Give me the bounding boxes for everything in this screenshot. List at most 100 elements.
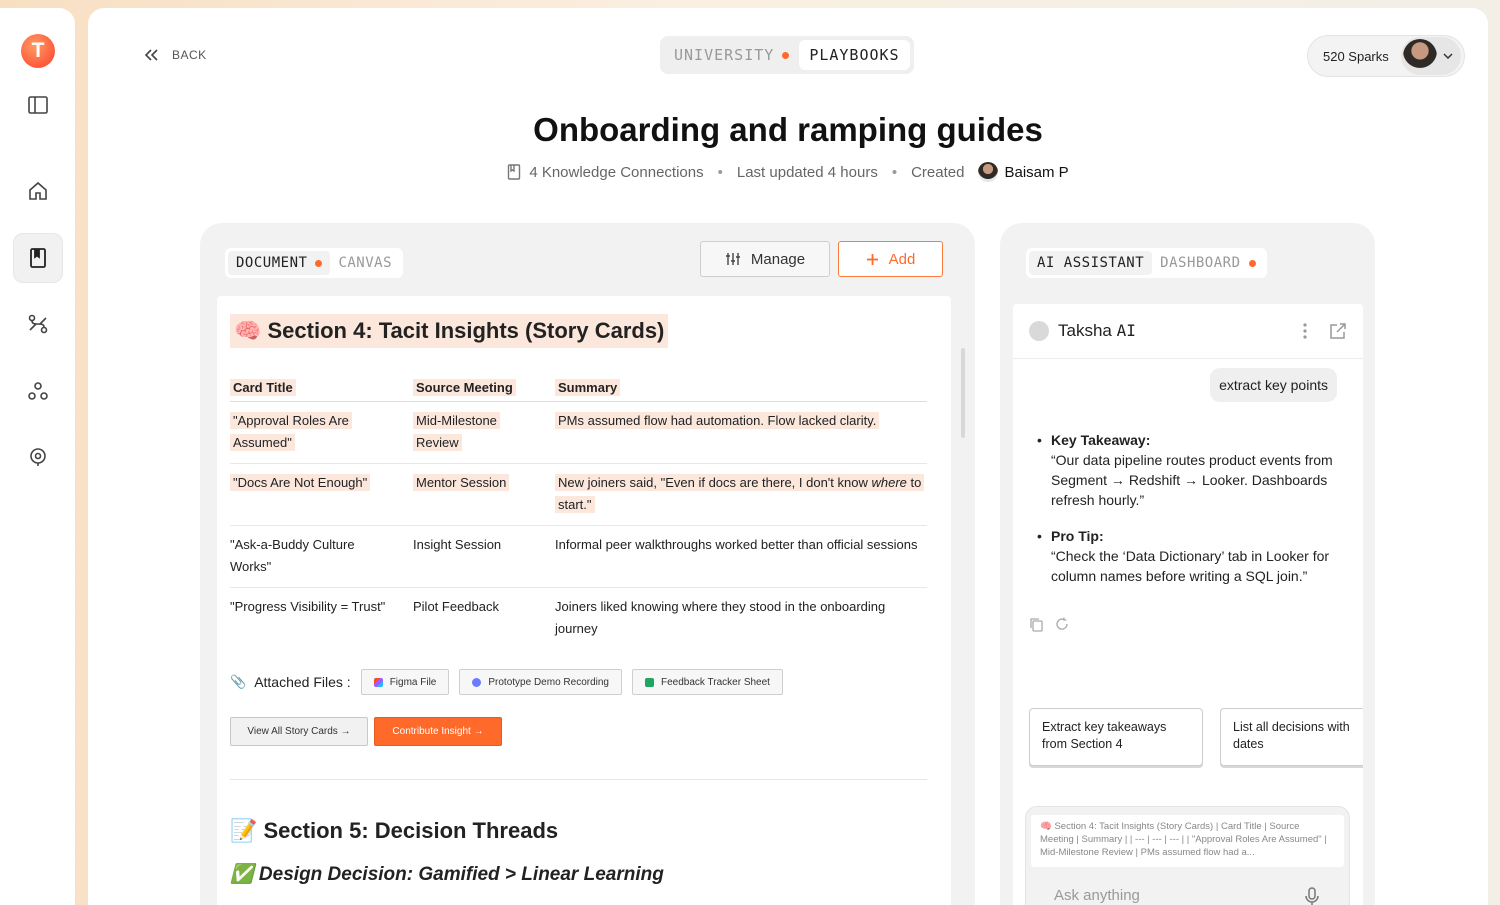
tab-dashboard-label: DASHBOARD [1160, 255, 1241, 271]
chat-window: Taksha AI extract key points Key Takeawa… [1013, 304, 1363, 905]
copy-icon[interactable] [1029, 617, 1043, 632]
answer-item: Pro Tip: “Check the ‘Data Dictionary’ tab… [1037, 526, 1337, 586]
page-meta: 4 Knowledge Connections • Last updated 4… [88, 162, 1488, 182]
column-header: Source Meeting [413, 379, 516, 396]
section-5-heading: 📝 Section 5: Decision Threads [230, 818, 559, 843]
bot-name-suffix: AI [1116, 321, 1136, 340]
section-switch: UNIVERSITY PLAYBOOKS [660, 36, 914, 74]
chat-input[interactable]: Ask anything [1054, 887, 1140, 904]
creator-name[interactable]: Baisam P [1004, 164, 1068, 181]
switch-playbooks[interactable]: PLAYBOOKS [799, 40, 910, 70]
user-avatar [1403, 39, 1437, 73]
tab-document-label: DOCUMENT [236, 255, 308, 271]
table-row: "Progress Visibility = Trust" Pilot Feed… [230, 588, 927, 650]
figma-icon [373, 677, 383, 687]
back-link[interactable]: BACK [144, 48, 207, 62]
figma-file-chip[interactable]: Figma File [360, 669, 450, 695]
attached-files-label: Attached Files : [254, 674, 351, 690]
suggestion-chip[interactable]: Extract key takeaways from Section 4 [1029, 708, 1203, 766]
summary-emphasis: where [871, 475, 907, 490]
workflow-icon[interactable] [13, 299, 63, 349]
attached-files: 📎 Attached Files : Figma File Prototype … [230, 669, 783, 695]
recording-icon [472, 677, 482, 687]
message-actions [1029, 617, 1069, 632]
card-title: "Ask-a-Buddy Culture Works" [230, 537, 355, 574]
bot-answer: Key Takeaway: “Our data pipeline routes p… [1037, 430, 1337, 602]
table-header: Card Title Source Meeting Summary [230, 374, 927, 402]
contribute-insight-button[interactable]: Contribute Insight → [374, 717, 502, 746]
section-4-heading: 🧠 Section 4: Tacit Insights (Story Cards… [230, 314, 669, 348]
document-body: 🧠 Section 4: Tacit Insights (Story Cards… [217, 296, 965, 905]
suggestion-chip[interactable]: List all decisions with dates [1220, 708, 1363, 766]
switch-university[interactable]: UNIVERSITY [664, 40, 799, 70]
file-name: Figma File [389, 676, 437, 688]
answer-key: Key Takeaway: [1051, 432, 1151, 448]
table-row: "Docs Are Not Enough" Mentor Session New… [230, 464, 927, 526]
regenerate-icon[interactable] [1055, 617, 1069, 632]
decision-heading: ✅ Design Decision: Gamified > Linear Lea… [230, 864, 664, 885]
sparks-count: 520 Sparks [1323, 48, 1389, 64]
story-cards-table: Card Title Source Meeting Summary "Appro… [230, 374, 927, 650]
tab-ai-assistant[interactable]: AI ASSISTANT [1029, 251, 1153, 275]
add-label: Add [888, 250, 916, 268]
card-title: "Approval Roles Are Assumed" [230, 412, 352, 451]
meta-separator: • [891, 163, 898, 181]
support-icon[interactable] [13, 432, 63, 482]
tab-dashboard[interactable]: DASHBOARD [1152, 251, 1263, 275]
column-header: Summary [555, 379, 621, 396]
plus-icon [866, 253, 878, 265]
team-icon[interactable] [13, 366, 63, 416]
chat-composer: 🧠 Section 4: Tacit Insights (Story Cards… [1025, 806, 1350, 905]
view-all-story-cards-button[interactable]: View All Story Cards → [230, 717, 368, 746]
source-meeting: Mentor Session [413, 474, 510, 491]
double-chevron-left-icon [144, 49, 158, 61]
switch-university-label: UNIVERSITY [674, 46, 775, 64]
switch-playbooks-label: PLAYBOOKS [809, 46, 900, 64]
bot-avatar [1029, 321, 1049, 341]
page-title: Onboarding and ramping guides [533, 111, 1043, 148]
playbooks-icon[interactable] [13, 233, 63, 283]
tab-document[interactable]: DOCUMENT [228, 251, 331, 275]
summary-text: New joiners said, "Even if docs are ther… [558, 475, 872, 490]
answer-text: “Check the ‘Data Dictionary’ tab in Look… [1051, 548, 1330, 584]
paperclip-icon: 📎 [230, 674, 247, 689]
answer-key: Pro Tip: [1051, 528, 1104, 544]
sliders-icon [725, 253, 740, 265]
ai-panel: AI ASSISTANT DASHBOARD Taksha AI extract… [1000, 223, 1375, 905]
panel-toggle-icon[interactable] [13, 80, 63, 130]
creator-avatar [978, 162, 999, 182]
notification-dot [782, 51, 790, 59]
sparks-widget[interactable]: 520 Sparks [1307, 35, 1465, 77]
tab-canvas-label: CANVAS [338, 255, 393, 271]
divider [230, 779, 927, 780]
user-message: extract key points [1210, 368, 1337, 402]
table-row: "Approval Roles Are Assumed" Mid-Milesto… [230, 402, 927, 464]
add-button[interactable]: Add [838, 241, 943, 277]
more-vertical-icon[interactable] [1303, 323, 1307, 339]
chat-header: Taksha AI [1013, 304, 1363, 359]
quoted-context: 🧠 Section 4: Tacit Insights (Story Cards… [1031, 815, 1344, 867]
summary: Joiners liked knowing where they stood i… [555, 599, 886, 636]
card-title: "Docs Are Not Enough" [230, 474, 371, 491]
scrollbar[interactable] [961, 348, 965, 438]
user-menu[interactable] [1401, 37, 1461, 75]
app-logo[interactable]: T [21, 34, 55, 68]
notification-dot [1248, 259, 1256, 267]
tab-canvas[interactable]: CANVAS [330, 251, 400, 275]
source-meeting: Mid-Milestone Review [413, 412, 500, 451]
open-external-icon[interactable] [1329, 322, 1347, 340]
sheets-icon [645, 677, 654, 687]
table-row: "Ask-a-Buddy Culture Works" Insight Sess… [230, 526, 927, 588]
knowledge-connections[interactable]: 4 Knowledge Connections [529, 164, 703, 181]
microphone-icon[interactable] [1305, 887, 1319, 905]
manage-button[interactable]: Manage [700, 241, 830, 277]
sheet-chip[interactable]: Feedback Tracker Sheet [632, 669, 783, 695]
back-label: BACK [172, 48, 207, 62]
home-icon[interactable] [13, 166, 63, 216]
tab-ai-assistant-label: AI ASSISTANT [1037, 255, 1145, 271]
recording-chip[interactable]: Prototype Demo Recording [459, 669, 622, 695]
meta-separator: • [717, 163, 723, 181]
summary: Informal peer walkthroughs worked better… [555, 537, 918, 552]
manage-label: Manage [750, 250, 806, 268]
notification-dot [315, 259, 323, 267]
